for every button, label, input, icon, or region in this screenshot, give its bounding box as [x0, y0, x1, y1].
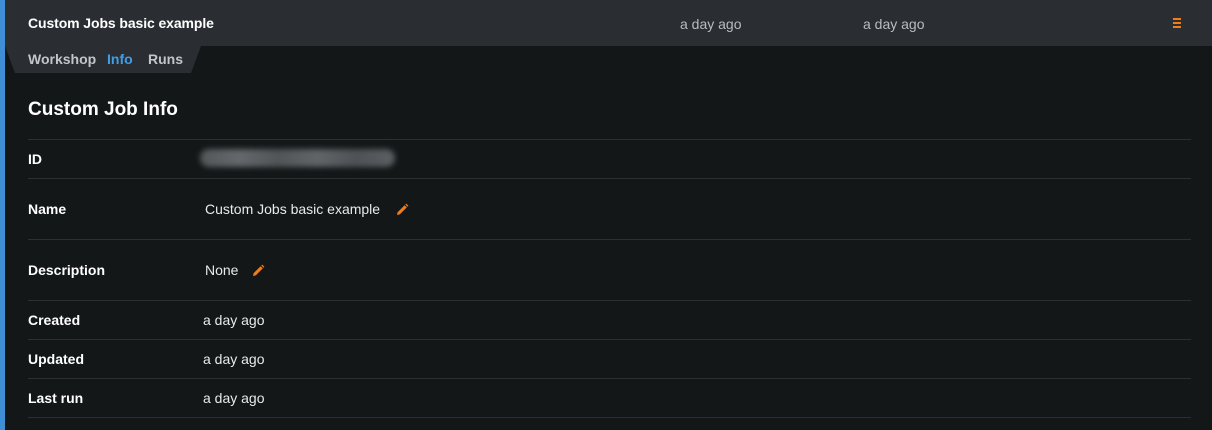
job-header-bar: Custom Jobs basic example a day ago a da…	[5, 0, 1212, 46]
section-title: Custom Job Info	[28, 99, 178, 120]
job-page: Custom Jobs basic example a day ago a da…	[0, 0, 1212, 430]
divider	[28, 178, 1191, 179]
divider	[28, 239, 1191, 240]
created-label: Created	[28, 312, 81, 328]
edit-name-pencil-icon[interactable]	[395, 203, 409, 217]
header-created: a day ago	[680, 16, 742, 32]
id-label: ID	[28, 151, 42, 167]
divider	[28, 378, 1191, 379]
name-value: Custom Jobs basic example	[205, 201, 381, 217]
divider	[28, 339, 1191, 340]
name-label: Name	[28, 201, 67, 217]
last-run-label: Last run	[28, 390, 84, 406]
divider	[28, 417, 1191, 418]
edit-description-pencil-icon[interactable]	[251, 264, 265, 278]
id-value-redacted	[200, 149, 395, 167]
updated-label: Updated	[28, 351, 84, 367]
tab-bar: Workshop Info Runs	[5, 46, 201, 73]
hamburger-menu-icon[interactable]	[1170, 16, 1184, 30]
description-value: None	[205, 262, 239, 278]
tab-workshop[interactable]: Workshop	[28, 51, 96, 67]
last-run-value: a day ago	[203, 390, 265, 406]
updated-value: a day ago	[203, 351, 265, 367]
header-updated: a day ago	[863, 16, 925, 32]
description-label: Description	[28, 262, 106, 278]
divider	[28, 139, 1191, 140]
tab-runs[interactable]: Runs	[148, 51, 183, 67]
divider	[28, 300, 1191, 301]
created-value: a day ago	[203, 312, 265, 328]
job-title: Custom Jobs basic example	[28, 15, 214, 31]
tab-info[interactable]: Info	[107, 51, 133, 67]
